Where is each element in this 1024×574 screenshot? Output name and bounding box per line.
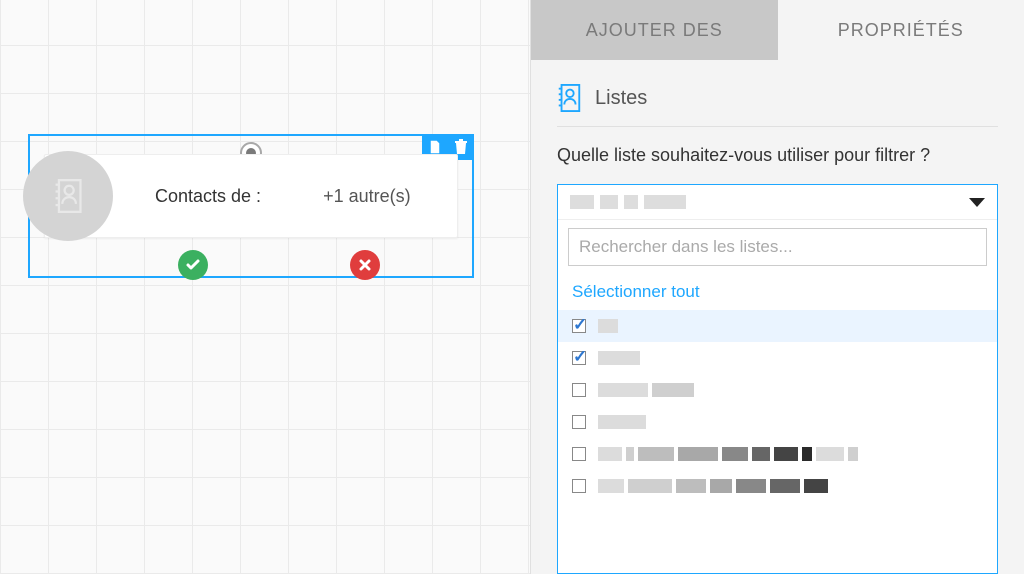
dropdown-option[interactable] <box>558 470 997 502</box>
dropdown-header[interactable] <box>558 185 997 220</box>
node-label-suffix: +1 autre(s) <box>323 186 411 207</box>
dropdown-option-label <box>598 447 858 461</box>
node-yes-port[interactable] <box>178 250 208 280</box>
dropdown-search-input[interactable] <box>568 228 987 266</box>
section-title: Listes <box>595 87 647 110</box>
selected-node[interactable]: Contacts de : +1 autre(s) <box>28 134 474 278</box>
dropdown-option-label <box>598 415 646 429</box>
checkbox[interactable] <box>572 351 586 365</box>
select-all-button[interactable]: Sélectionner tout <box>558 274 997 310</box>
node-label-prefix: Contacts de : <box>155 186 261 207</box>
contacts-list-icon <box>23 151 113 241</box>
section-header: Listes <box>557 84 998 127</box>
checkbox[interactable] <box>572 447 586 461</box>
dropdown-option-label <box>598 319 618 333</box>
dropdown-options-list[interactable] <box>558 310 997 573</box>
lists-dropdown[interactable]: Sélectionner tout <box>557 184 998 574</box>
panel-section: Listes Quelle liste souhaitez-vous utili… <box>531 60 1024 184</box>
checkbox[interactable] <box>572 319 586 333</box>
node-label: Contacts de : +1 autre(s) <box>113 186 457 207</box>
contacts-list-icon <box>557 84 581 112</box>
filter-node-card[interactable]: Contacts de : +1 autre(s) <box>44 154 458 238</box>
dropdown-option-label <box>598 351 640 365</box>
dropdown-option[interactable] <box>558 406 997 438</box>
node-no-port[interactable] <box>350 250 380 280</box>
dropdown-selected-summary <box>570 195 686 209</box>
dropdown-option[interactable] <box>558 438 997 470</box>
dropdown-option-label <box>598 383 694 397</box>
tab-properties[interactable]: PROPRIÉTÉS <box>778 0 1024 60</box>
chevron-down-icon <box>969 198 985 207</box>
dropdown-option[interactable] <box>558 374 997 406</box>
workflow-canvas[interactable]: Contacts de : +1 autre(s) <box>0 0 530 574</box>
dropdown-option-label <box>598 479 828 493</box>
checkbox[interactable] <box>572 479 586 493</box>
section-prompt: Quelle liste souhaitez-vous utiliser pou… <box>557 127 998 176</box>
panel-tabs: AJOUTER DES PROPRIÉTÉS <box>531 0 1024 60</box>
checkbox[interactable] <box>572 383 586 397</box>
dropdown-option[interactable] <box>558 342 997 374</box>
checkbox[interactable] <box>572 415 586 429</box>
dropdown-option[interactable] <box>558 310 997 342</box>
tab-add[interactable]: AJOUTER DES <box>531 0 778 60</box>
properties-panel: AJOUTER DES PROPRIÉTÉS Listes Quelle lis… <box>530 0 1024 574</box>
